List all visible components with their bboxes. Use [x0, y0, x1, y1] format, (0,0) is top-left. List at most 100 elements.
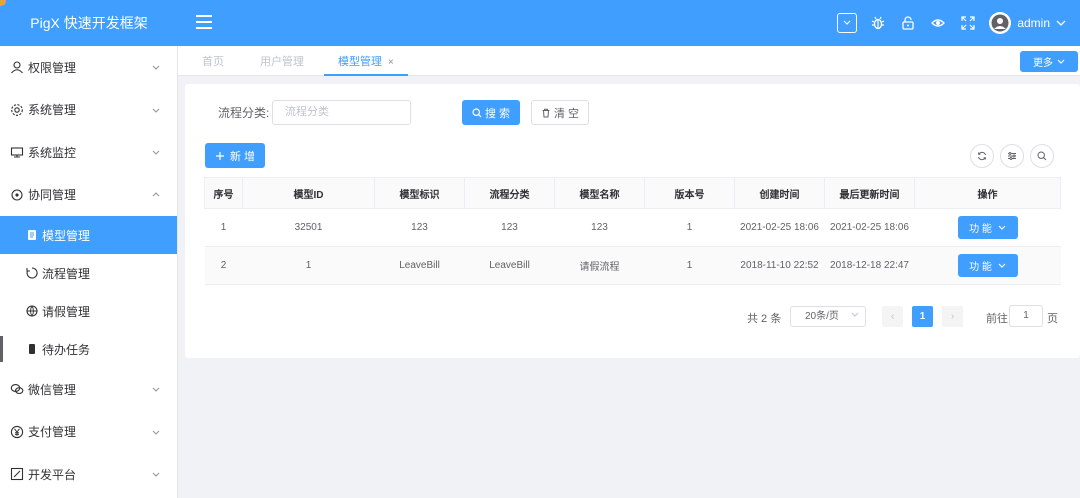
function-dropdown-button[interactable]: 功 能 — [957, 216, 1018, 239]
sidebar-item-payment[interactable]: 支付管理 — [0, 411, 177, 454]
column-header: 最后更新时间 — [824, 177, 915, 209]
sidebar-item-process-management[interactable]: 流程管理 — [0, 254, 177, 292]
clear-button[interactable]: 清 空 — [531, 100, 589, 125]
sidebar-item-label: 微信管理 — [28, 382, 77, 397]
dev-icon — [10, 467, 24, 481]
more-button[interactable]: 更多 — [1020, 51, 1078, 72]
cell-category: LeaveBill — [464, 246, 555, 285]
cell-created: 2021-02-25 18:06 — [734, 208, 825, 247]
sidebar-item-leave-management[interactable]: 请假管理 — [0, 292, 177, 330]
user-icon — [10, 60, 24, 74]
process-icon — [26, 267, 38, 279]
sidebar-item-cooperation[interactable]: 协同管理 — [0, 174, 177, 217]
search-button[interactable]: 搜 索 — [462, 100, 520, 125]
sidebar-item-label: 待办任务 — [42, 342, 91, 357]
sidebar-item-label: 系统管理 — [28, 103, 77, 118]
eye-icon[interactable] — [923, 0, 953, 46]
chevron-down-icon — [998, 225, 1006, 230]
hamburger-icon[interactable] — [196, 15, 212, 29]
next-page-button[interactable]: › — [942, 306, 963, 327]
chevron-up-icon — [152, 192, 160, 197]
sidebar-item-monitor[interactable]: 系统监控 — [0, 131, 177, 174]
top-bar: PigX 快速开发框架 admin — [0, 0, 1080, 46]
goto-page-input[interactable]: 1 — [1009, 305, 1043, 327]
search-icon — [1037, 151, 1047, 161]
cell-model-key: LeaveBill — [374, 246, 465, 285]
cell-model-id: 32501 — [242, 208, 375, 247]
sidebar: 权限管理 系统管理 系统监控 协同管理 模型管理 流程管理 请假管理 待办任务 … — [0, 46, 178, 498]
tab-label: 用户管理 — [260, 56, 304, 68]
refresh-button[interactable] — [970, 144, 994, 168]
sidebar-item-model-management[interactable]: 模型管理 — [0, 216, 177, 254]
avatar[interactable] — [989, 12, 1012, 34]
model-icon — [26, 229, 38, 241]
clear-button-label: 清 空 — [553, 107, 580, 120]
dropdown-box-icon[interactable] — [837, 13, 858, 33]
tab-home[interactable]: 首页 — [202, 46, 224, 76]
leave-icon — [26, 305, 38, 317]
column-header: 模型名称 — [554, 177, 645, 209]
sidebar-item-system[interactable]: 系统管理 — [0, 89, 177, 132]
sidebar-item-pending-tasks[interactable]: 待办任务 — [0, 330, 177, 368]
username[interactable]: admin — [1017, 16, 1050, 30]
page-unit-label: 页 — [1047, 313, 1058, 325]
prev-page-button[interactable]: ‹ — [882, 306, 903, 327]
chevron-down-icon — [152, 150, 160, 155]
fullscreen-icon[interactable] — [953, 0, 983, 46]
sidebar-item-label: 开发平台 — [28, 467, 77, 482]
sidebar-item-permissions[interactable]: 权限管理 — [0, 46, 177, 89]
column-header: 模型标识 — [374, 177, 465, 209]
lock-icon[interactable] — [893, 0, 923, 46]
page-size-value: 20条/页 — [805, 311, 839, 322]
goto-label: 前往 — [986, 313, 1008, 325]
sidebar-item-label: 系统监控 — [28, 145, 77, 160]
cell-actions: 功 能 — [914, 208, 1061, 247]
cell-updated: 2018-12-18 22:47 — [824, 246, 915, 285]
logo-dot — [0, 0, 6, 6]
category-filter-label: 流程分类: — [218, 106, 270, 120]
page-number-button[interactable]: 1 — [912, 306, 933, 327]
plus-icon — [215, 151, 224, 160]
chevron-down-icon[interactable] — [1056, 16, 1066, 30]
column-header: 版本号 — [644, 177, 735, 209]
table-row: 2 1 LeaveBill LeaveBill 请假流程 1 2018-11-1… — [204, 246, 1061, 285]
cell-version: 1 — [644, 246, 735, 285]
sidebar-item-label: 支付管理 — [28, 425, 77, 440]
sidebar-item-wechat[interactable]: 微信管理 — [0, 368, 177, 411]
add-button[interactable]: 新 增 — [205, 143, 265, 168]
cell-version: 1 — [644, 208, 735, 247]
column-header: 操作 — [914, 177, 1061, 209]
cell-updated: 2021-02-25 18:06 — [824, 208, 915, 247]
function-button-label: 功 能 — [969, 262, 992, 273]
cell-actions: 功 能 — [914, 246, 1061, 285]
trash-icon — [542, 108, 550, 117]
column-header: 创建时间 — [734, 177, 825, 209]
header-tools: admin — [837, 0, 1066, 46]
model-management-card: 流程分类: 流程分类 搜 索 清 空 新 增 序号 模型ID 模型标识 流程分类… — [185, 84, 1080, 358]
sidebar-item-label: 流程管理 — [42, 266, 91, 281]
sliders-icon — [1008, 152, 1016, 160]
page-size-select[interactable]: 20条/页 — [790, 306, 866, 327]
app-logo[interactable]: PigX 快速开发框架 — [0, 0, 178, 46]
bug-icon[interactable] — [863, 0, 893, 46]
tab-model-management[interactable]: 模型管理 × — [324, 46, 408, 76]
search-icon — [472, 107, 482, 117]
cell-category: 123 — [464, 208, 555, 247]
cell-model-id: 1 — [242, 246, 375, 285]
chevron-down-icon — [152, 472, 160, 477]
refresh-icon — [978, 151, 986, 161]
app-title: PigX 快速开发框架 — [30, 15, 148, 31]
close-icon[interactable]: × — [388, 57, 394, 68]
columns-button[interactable] — [1000, 144, 1024, 168]
gear-icon — [10, 103, 24, 117]
cell-model-name: 123 — [554, 208, 645, 247]
chevron-down-icon — [851, 312, 859, 317]
category-filter-input[interactable]: 流程分类 — [272, 100, 411, 125]
sidebar-item-dev-platform[interactable]: 开发平台 — [0, 453, 177, 496]
table-row: 1 32501 123 123 123 1 2021-02-25 18:06 2… — [204, 208, 1061, 247]
add-button-label: 新 增 — [229, 150, 256, 163]
chevron-down-icon — [152, 387, 160, 392]
function-dropdown-button[interactable]: 功 能 — [957, 254, 1018, 277]
tab-user-management[interactable]: 用户管理 — [260, 46, 304, 76]
toggle-search-button[interactable] — [1030, 144, 1054, 168]
